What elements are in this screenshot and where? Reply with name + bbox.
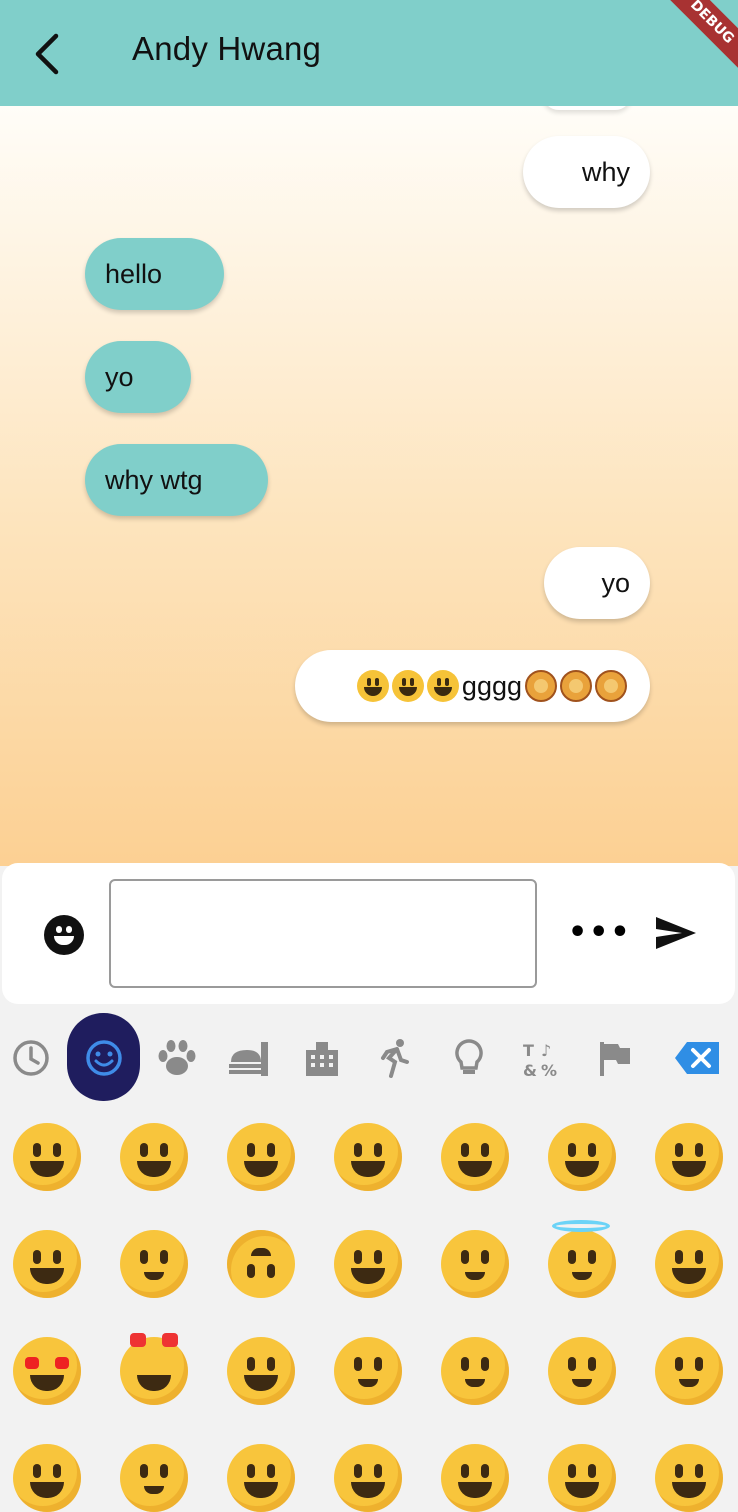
- activities-icon: [381, 1039, 409, 1078]
- lion-emoji-icon: [525, 670, 557, 702]
- more-options-button[interactable]: •••: [568, 918, 632, 948]
- symbols-icon: T ♪ & %: [523, 1041, 557, 1078]
- heart-eyes-emoji-icon[interactable]: [13, 1337, 81, 1405]
- squinting-tongue-emoji-icon[interactable]: [441, 1444, 509, 1512]
- smiley-emoji-icon[interactable]: [120, 1123, 188, 1191]
- message-bubble-outgoing: gggg: [295, 650, 650, 722]
- svg-text:♪: ♪: [541, 1041, 551, 1060]
- tab-smileys[interactable]: [67, 1013, 140, 1103]
- yum-emoji-icon[interactable]: [13, 1444, 81, 1512]
- tab-animals[interactable]: [155, 1013, 199, 1103]
- debug-banner: DEBUG: [652, 0, 738, 82]
- backspace-icon: [675, 1042, 719, 1074]
- innocent-emoji-icon[interactable]: [548, 1220, 616, 1298]
- message-input[interactable]: [109, 879, 537, 988]
- grin-emoji-icon[interactable]: [334, 1123, 402, 1191]
- joy-emoji-icon[interactable]: [13, 1230, 81, 1298]
- emoji-category-tabs: T ♪ & %: [0, 1013, 738, 1103]
- message-bubble-partial: [542, 106, 632, 110]
- tab-objects[interactable]: [449, 1013, 489, 1103]
- message-text: why wtg: [105, 464, 203, 495]
- smiling-hearts-emoji-icon[interactable]: [655, 1230, 723, 1298]
- wink-emoji-icon[interactable]: [334, 1230, 402, 1298]
- food-icon: [229, 1042, 268, 1076]
- smileys-icon: [85, 1040, 122, 1076]
- svg-text:T: T: [523, 1041, 534, 1060]
- emoji-keyboard-toggle-icon[interactable]: [44, 915, 84, 955]
- kissing-smiling-eyes-emoji-icon[interactable]: [655, 1337, 723, 1405]
- message-bubble-incoming: yo: [85, 341, 191, 413]
- message-bubble-outgoing: why: [523, 136, 650, 208]
- sweat-smile-emoji-icon[interactable]: [548, 1123, 616, 1191]
- svg-text:&: &: [523, 1061, 537, 1078]
- app-bar: Andy Hwang DEBUG: [0, 0, 738, 106]
- back-arrow-icon: [35, 33, 59, 75]
- message-text: gggg: [461, 670, 522, 701]
- message-list[interactable]: why hello yo why wtg yo gggg: [0, 106, 738, 866]
- lion-emoji-icon: [595, 670, 627, 702]
- message-text: why: [581, 156, 630, 187]
- lion-emoji-icon: [560, 670, 592, 702]
- back-button[interactable]: [30, 32, 70, 76]
- compose-bar: •••: [2, 863, 735, 1004]
- tab-activities[interactable]: [375, 1013, 415, 1103]
- winking-tongue-emoji-icon[interactable]: [227, 1444, 295, 1512]
- smiley-emoji-icon: [391, 670, 424, 702]
- hugging-emoji-icon[interactable]: [655, 1444, 723, 1512]
- backspace-button[interactable]: [672, 1013, 722, 1103]
- emoji-grid: [0, 1103, 738, 1512]
- tab-symbols[interactable]: T ♪ & %: [521, 1013, 561, 1103]
- tab-recent[interactable]: [8, 1013, 54, 1103]
- money-mouth-emoji-icon[interactable]: [548, 1444, 616, 1512]
- objects-icon: [455, 1039, 483, 1074]
- send-icon[interactable]: [654, 915, 698, 951]
- relaxed-emoji-icon[interactable]: [441, 1337, 509, 1405]
- travel-icon: [306, 1042, 338, 1076]
- message-bubble-incoming: why wtg: [85, 444, 268, 516]
- message-text: yo: [105, 361, 134, 392]
- rofl-emoji-icon[interactable]: [655, 1123, 723, 1191]
- laughing-emoji-icon[interactable]: [441, 1123, 509, 1191]
- smiley-emoji-icon: [426, 670, 459, 702]
- message-bubble-incoming: hello: [85, 238, 224, 310]
- slight-smile-emoji-icon[interactable]: [120, 1230, 188, 1298]
- recent-icon: [13, 1040, 49, 1076]
- message-bubble-outgoing: yo: [544, 547, 650, 619]
- stuck-out-tongue-emoji-icon[interactable]: [120, 1444, 188, 1512]
- chat-title: Andy Hwang: [132, 30, 322, 67]
- kissing-emoji-icon[interactable]: [334, 1337, 402, 1405]
- kissing-heart-emoji-icon[interactable]: [227, 1337, 295, 1405]
- star-struck-emoji-icon[interactable]: [120, 1333, 188, 1405]
- svg-text:%: %: [541, 1061, 557, 1078]
- tab-food[interactable]: [226, 1013, 272, 1103]
- tab-travel[interactable]: [302, 1013, 342, 1103]
- message-text: hello: [105, 258, 163, 289]
- smiley-emoji-icon: [356, 670, 389, 702]
- grinning-emoji-icon[interactable]: [13, 1123, 81, 1191]
- tab-flags[interactable]: [596, 1013, 636, 1103]
- kissing-closed-eyes-emoji-icon[interactable]: [548, 1337, 616, 1405]
- blush-emoji-icon[interactable]: [441, 1230, 509, 1298]
- smile-emoji-icon[interactable]: [227, 1123, 295, 1191]
- animals-icon: [158, 1040, 196, 1075]
- message-text: yo: [601, 567, 630, 598]
- flags-icon: [600, 1042, 630, 1076]
- zany-emoji-icon[interactable]: [334, 1444, 402, 1512]
- upside-down-emoji-icon[interactable]: [227, 1230, 295, 1298]
